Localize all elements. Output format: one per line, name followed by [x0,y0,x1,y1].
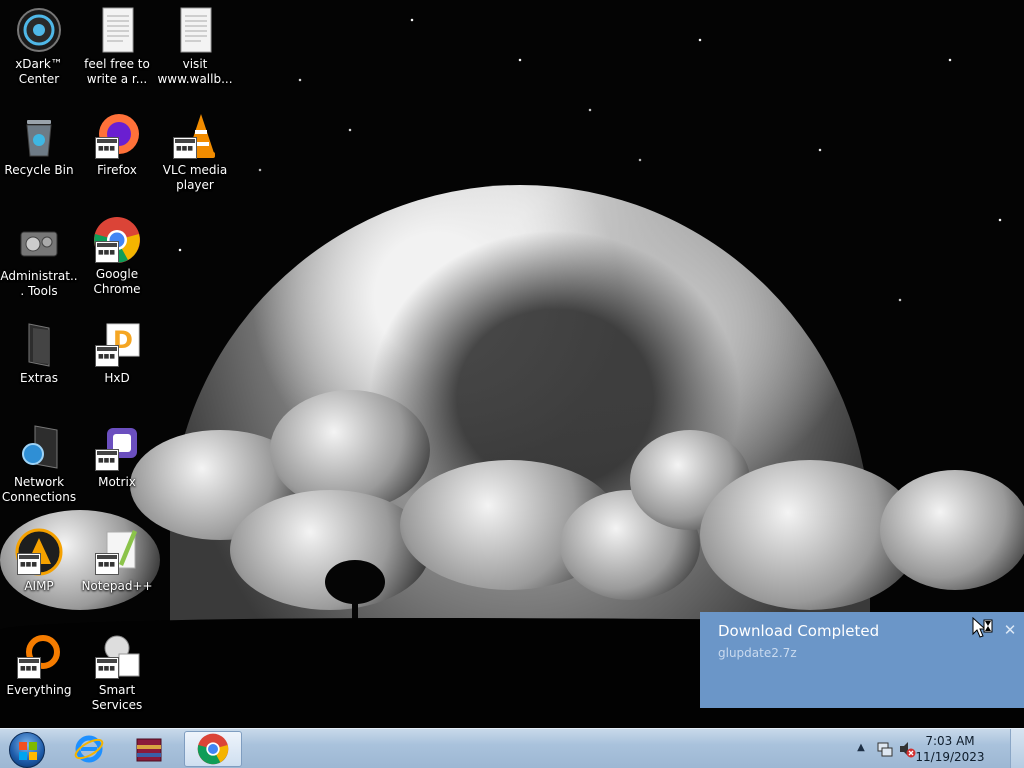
shortcut-overlay-icon [95,137,119,159]
notification-title: Download Completed [718,622,880,640]
desktop-icon-feel-free-text[interactable]: feel free to write a r... [78,6,156,87]
notepadpp-icon [93,528,141,576]
desktop-icon-hxd[interactable]: D HxD [78,320,156,386]
chrome-icon [93,216,141,264]
shortcut-overlay-icon [95,657,119,679]
hxd-icon: D [93,320,141,368]
clock-date: 11/19/2023 [915,750,985,764]
folder-icon [15,320,63,368]
shortcut-overlay-icon [95,241,119,263]
desktop-icon-label: AIMP [24,579,54,593]
network-icon[interactable] [876,740,894,758]
tray-overflow-button[interactable]: ▲ [854,742,868,756]
desktop-icon-label: Smart Services [91,683,143,712]
desktop-icon-everything[interactable]: Everything [0,632,78,698]
shortcut-overlay-icon [17,553,41,575]
motrix-icon [93,424,141,472]
desktop-icon-recycle-bin[interactable]: Recycle Bin [0,112,78,178]
start-button[interactable] [4,730,50,768]
show-desktop-button[interactable] [1010,729,1024,768]
vlc-icon [171,112,219,160]
desktop-icon-label: VLC media player [162,163,228,192]
desktop-icon-label: Network Connections [1,475,77,504]
desktop-icon-xdark-center[interactable]: xDark™ Center [0,6,78,87]
windows-logo-icon [9,732,45,768]
xdark-center-icon [15,6,63,54]
notification-close-button[interactable]: ✕ [1002,622,1018,638]
desktop-icon-label: Notepad++ [81,579,153,593]
taskbar-winrar[interactable] [120,731,178,767]
ie-icon [74,735,104,763]
taskbar-internet-explorer[interactable] [60,731,118,767]
desktop-icon-network-connections[interactable]: Network Connections [0,424,78,505]
desktop-icon-label: Administrat... Tools [0,269,78,298]
recycle-bin-icon [15,112,63,160]
desktop-icon-label: Motrix [98,475,136,489]
desktop-icon-motrix[interactable]: Motrix [78,424,156,490]
desktop-icon-label: Google Chrome [93,267,141,296]
desktop-icon-label: Firefox [97,163,137,177]
desktop-icon-visit-text[interactable]: visit www.wallb... [156,6,234,87]
text-document-icon [93,6,141,54]
desktop-icon-notepadpp[interactable]: Notepad++ [78,528,156,594]
desktop-icon-label: Extras [20,371,58,385]
notification-filename[interactable]: glupdate2.7z [718,646,1006,660]
everything-icon [15,632,63,680]
shortcut-overlay-icon [95,345,119,367]
aimp-icon [15,528,63,576]
taskbar-clock[interactable]: 7:03 AM 11/19/2023 [912,733,988,765]
desktop-icon-smart-services[interactable]: Smart Services [78,632,156,713]
shortcut-overlay-icon [173,137,197,159]
desktop-icon-vlc[interactable]: VLC media player [156,112,234,193]
shortcut-overlay-icon [95,553,119,575]
smart-services-icon [93,632,141,680]
desktop-icon-label: feel free to write a r... [84,57,150,86]
firefox-icon [93,112,141,160]
desktop-icon-aimp[interactable]: AIMP [0,528,78,594]
taskbar-chrome[interactable] [184,731,242,767]
desktop-icon-google-chrome[interactable]: Google Chrome [78,216,156,297]
admin-tools-icon [15,218,63,266]
chrome-icon [197,733,229,765]
desktop-icon-firefox[interactable]: Firefox [78,112,156,178]
desktop-icon-label: xDark™ Center [15,57,63,86]
desktop-icon-administrative-tools[interactable]: Administrat... Tools [0,218,78,299]
winrar-icon [136,738,162,762]
text-document-icon [171,6,219,54]
clock-time: 7:03 AM [925,734,975,748]
network-connections-icon [15,424,63,472]
wallpaper-tree [325,560,385,622]
desktop-icon-label: Everything [6,683,72,697]
desktop-icon-label: Recycle Bin [4,163,74,177]
shortcut-overlay-icon [95,449,119,471]
desktop-icon-extras[interactable]: Extras [0,320,78,386]
shortcut-overlay-icon [17,657,41,679]
desktop-icon-label: visit www.wallb... [157,57,233,86]
taskbar: ▲ 7:03 AM 11/19/2023 [0,728,1024,768]
busy-cursor-icon [972,617,993,638]
desktop-icon-label: HxD [104,371,130,385]
system-tray: ▲ 7:03 AM 11/19/2023 [854,729,1024,768]
